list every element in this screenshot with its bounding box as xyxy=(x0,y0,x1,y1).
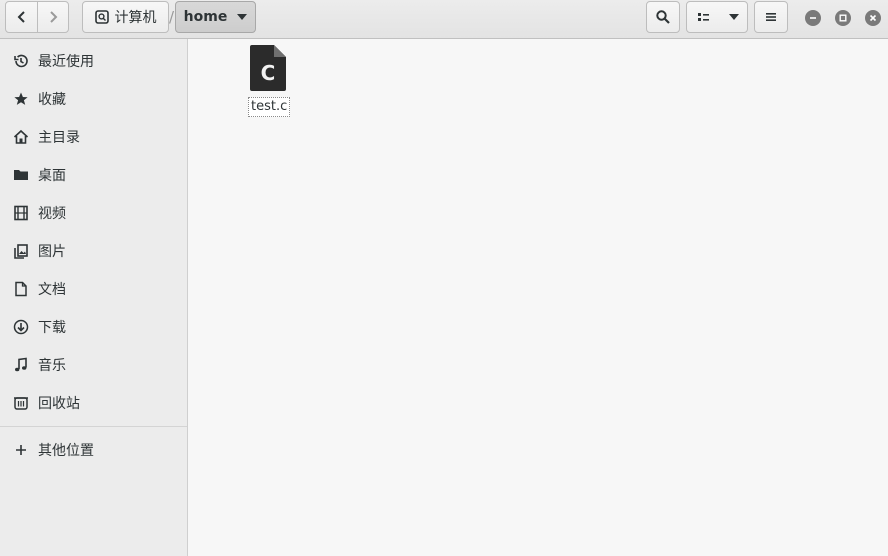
document-icon xyxy=(12,280,30,298)
sidebar-item-videos[interactable]: 视频 xyxy=(0,196,187,230)
sidebar-item-documents[interactable]: 文档 xyxy=(0,272,187,306)
sidebar-item-label: 最近使用 xyxy=(38,54,94,70)
hamburger-icon xyxy=(766,13,776,21)
file-name: test.c xyxy=(248,97,291,117)
star-icon xyxy=(12,90,30,108)
sidebar-item-label: 视频 xyxy=(38,206,66,222)
menu-button[interactable] xyxy=(754,1,788,33)
file-view[interactable]: C test.c xyxy=(188,39,888,556)
folder-icon xyxy=(12,166,30,184)
chevron-left-icon xyxy=(17,11,25,23)
minimize-button[interactable] xyxy=(805,10,821,26)
sidebar: 最近使用 收藏 主目录 桌面 视频 图片 文档 下载 音乐 回收站 其他位置 xyxy=(0,39,188,556)
chevron-right-icon xyxy=(50,11,58,23)
dropdown-arrow-icon xyxy=(237,14,248,20)
drive-icon xyxy=(94,10,109,24)
search-icon xyxy=(656,10,670,24)
file-icon-letter: C xyxy=(261,61,276,85)
sidebar-item-label: 文档 xyxy=(38,282,66,298)
path-home-button[interactable]: home xyxy=(175,1,256,33)
sidebar-item-label: 收藏 xyxy=(38,92,66,108)
picture-icon xyxy=(12,242,30,260)
path-computer-button[interactable]: 计算机 xyxy=(82,1,169,33)
sidebar-item-label: 主目录 xyxy=(38,130,80,146)
sidebar-item-home[interactable]: 主目录 xyxy=(0,120,187,154)
path-separator: / xyxy=(169,8,175,26)
home-icon xyxy=(12,128,30,146)
sidebar-item-pictures[interactable]: 图片 xyxy=(0,234,187,268)
film-icon xyxy=(12,204,30,222)
sidebar-item-other-locations[interactable]: 其他位置 xyxy=(0,433,187,467)
sidebar-item-recent[interactable]: 最近使用 xyxy=(0,44,187,78)
file-item[interactable]: C test.c xyxy=(246,45,291,117)
music-icon xyxy=(12,356,30,374)
sidebar-item-desktop[interactable]: 桌面 xyxy=(0,158,187,192)
path-computer-label: 计算机 xyxy=(114,10,157,26)
trash-icon xyxy=(12,394,30,412)
sidebar-item-trash[interactable]: 回收站 xyxy=(0,386,187,420)
list-view-icon xyxy=(698,13,709,21)
close-button[interactable] xyxy=(865,10,881,26)
download-icon xyxy=(12,318,30,336)
sidebar-item-label: 桌面 xyxy=(38,168,66,184)
header-bar: 计算机 / home xyxy=(0,0,888,39)
sidebar-item-label: 其他位置 xyxy=(38,443,94,459)
close-icon xyxy=(869,14,877,22)
sidebar-item-label: 图片 xyxy=(38,244,66,260)
view-mode-button[interactable] xyxy=(687,2,721,32)
maximize-button[interactable] xyxy=(835,10,851,26)
sidebar-item-downloads[interactable]: 下载 xyxy=(0,310,187,344)
view-dropdown-button[interactable] xyxy=(721,2,747,32)
dropdown-arrow-icon xyxy=(729,14,739,20)
recent-icon xyxy=(12,52,30,70)
sidebar-divider xyxy=(0,426,187,427)
plus-icon xyxy=(12,441,30,459)
navigation-buttons xyxy=(5,1,69,33)
sidebar-item-label: 下载 xyxy=(38,320,66,336)
sidebar-item-starred[interactable]: 收藏 xyxy=(0,82,187,116)
search-button[interactable] xyxy=(646,1,680,33)
minimize-icon xyxy=(810,17,816,19)
maximize-icon xyxy=(839,14,847,22)
sidebar-item-label: 回收站 xyxy=(38,396,80,412)
path-home-label: home xyxy=(183,9,228,25)
view-options-group xyxy=(686,1,748,33)
forward-button[interactable] xyxy=(37,2,68,32)
sidebar-item-label: 音乐 xyxy=(38,358,66,374)
sidebar-item-music[interactable]: 音乐 xyxy=(0,348,187,382)
back-button[interactable] xyxy=(6,2,37,32)
c-source-file-icon: C xyxy=(250,45,286,91)
